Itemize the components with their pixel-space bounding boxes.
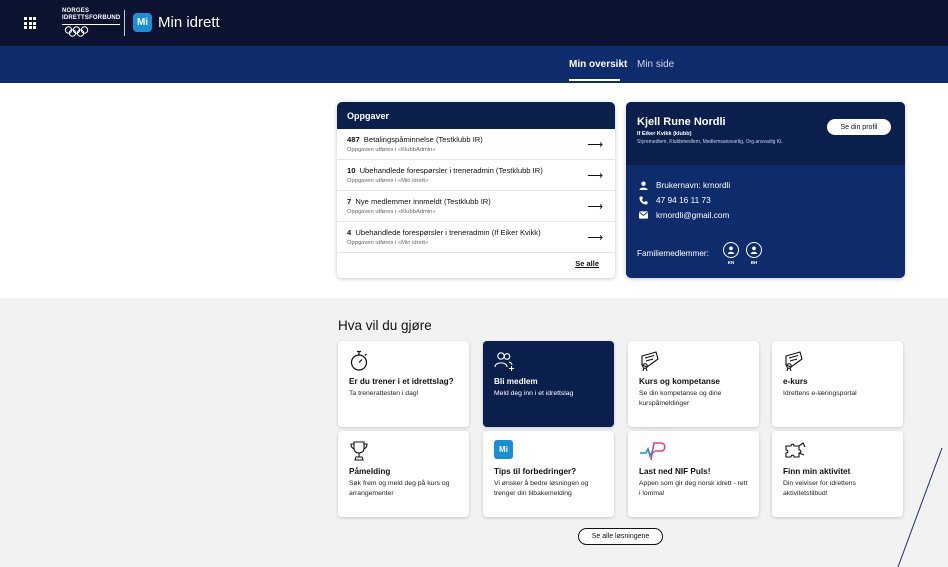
tile-desc: Søk frem og meld deg på kurs og arrangem… [349, 480, 450, 497]
diploma-icon [785, 351, 803, 372]
tile-title: Er du trener i et idrettslag? [349, 377, 454, 386]
section-title: Hva vil du gjøre [338, 318, 432, 333]
tile-desc: Ta trenerattesten i dag! [349, 390, 419, 397]
user-icon [727, 246, 735, 254]
mi-logo-icon: Mi [494, 440, 513, 459]
family-member-avatar[interactable]: KN [722, 242, 740, 265]
active-tab-indicator [569, 79, 620, 81]
tile-desc: Vi ønsker å bedre løsningen og trenger d… [494, 480, 589, 497]
profile-card: Kjell Rune Nordli If Eiker Kvikk (klubb)… [626, 102, 905, 278]
nif-puls-icon [640, 442, 666, 461]
phone-text: 47 94 16 11 73 [656, 195, 711, 205]
phone-icon [639, 195, 648, 205]
tile-kurs-kompetanse[interactable]: Kurs og kompetanse Se din kompetanse og … [628, 341, 759, 427]
task-title: Betalingspåminnelse (Testklubb IR) [363, 135, 483, 144]
top-bar: NORGES IDRETTSFORBUND Mi Min idrett [0, 0, 948, 46]
username-row: Brukernavn: krnordli [639, 180, 730, 190]
apps-grid-icon[interactable] [24, 17, 36, 29]
tile-nif-puls[interactable]: Last ned NIF Puls! Appen som gir deg nor… [628, 431, 759, 517]
tile-desc: Idrettens e-læringsportal [783, 390, 857, 397]
profile-roles: Styremedlem, Klubbmedlem, Medlemsansvarl… [637, 139, 783, 145]
task-count: 487 [347, 135, 360, 144]
task-subtitle: Oppgaven utføres i «Min idrett» [347, 240, 429, 246]
tile-pamelding[interactable]: Påmelding Søk frem og meld deg på kurs o… [338, 431, 469, 517]
task-title: Ubehandlede forespørsler i treneradmin (… [355, 228, 541, 237]
family-member-initials: KN [727, 260, 735, 265]
tile-title: Påmelding [349, 467, 391, 476]
tab-min-oversikt[interactable]: Min oversikt [569, 59, 627, 70]
tasks-card: Oppgaver 487 Betalingspåminnelse (Testkl… [337, 102, 615, 278]
family-member-initials: BH [750, 260, 758, 265]
task-item[interactable]: 10 Ubehandlede forespørsler i treneradmi… [337, 160, 615, 191]
task-item[interactable]: 487 Betalingspåminnelse (Testklubb IR) O… [337, 129, 615, 160]
arrow-right-icon[interactable]: ⟶ [587, 169, 603, 182]
task-title: Ubehandlede forespørsler i treneradmin (… [359, 166, 543, 175]
tile-desc: Appen som gir deg norsk idrett - rett i … [639, 480, 748, 497]
app-title[interactable]: Min idrett [158, 14, 220, 31]
username-text: Brukernavn: krnordli [656, 180, 731, 190]
see-all-tasks-link[interactable]: Se alle [575, 259, 599, 268]
task-subtitle: Oppgaven utføres i «Min idrett» [347, 178, 429, 184]
phone-row: 47 94 16 11 73 [639, 195, 711, 205]
task-count: 10 [347, 166, 356, 175]
tab-min-side[interactable]: Min side [637, 59, 674, 70]
email-text: krnordli@gmail.com [656, 210, 730, 220]
user-icon [750, 246, 758, 254]
nif-logo[interactable]: NORGES IDRETTSFORBUND [62, 8, 126, 38]
sub-navigation: Min oversikt Min side [0, 46, 948, 83]
diploma-icon [641, 351, 659, 372]
tile-tips[interactable]: Mi Tips til forbedringer? Vi ønsker å be… [483, 431, 614, 517]
tile-title: e-kurs [783, 377, 808, 386]
task-subtitle: Oppgaven utføres i «KlubbAdmin» [347, 147, 436, 153]
arrow-right-icon[interactable]: ⟶ [587, 138, 603, 151]
email-icon [639, 211, 648, 219]
family-member-avatar[interactable]: BH [745, 242, 763, 265]
profile-name: Kjell Rune Nordli [637, 116, 726, 128]
tile-bli-medlem[interactable]: Bli medlem Meld deg inn i et idrettslag [483, 341, 614, 427]
see-all-solutions-button[interactable]: Se alle løsningene [578, 528, 663, 545]
tile-title: Finn min aktivitet [783, 467, 851, 476]
profile-header: Kjell Rune Nordli If Eiker Kvikk (klubb)… [626, 102, 905, 165]
tile-finn-aktivitet[interactable]: Finn min aktivitet Din veiviser for idre… [772, 431, 903, 517]
tile-title: Kurs og kompetanse [639, 377, 720, 386]
tasks-heading: Oppgaver [337, 102, 615, 129]
tile-title: Bli medlem [494, 377, 538, 386]
task-title: Nye medlemmer innmeldt (Testklubb IR) [355, 197, 491, 206]
family-label: Familiemedlemmer: [637, 249, 709, 258]
add-user-icon [494, 352, 514, 371]
mi-logo-icon[interactable]: Mi [133, 13, 152, 32]
task-item[interactable]: 4 Ubehandlede forespørsler i treneradmin… [337, 222, 615, 253]
user-icon [639, 181, 648, 190]
tile-desc: Din veiviser for idrettens aktivitetstil… [783, 480, 856, 497]
tile-trenerattest[interactable]: Er du trener i et idrettslag? Ta trenera… [338, 341, 469, 427]
tile-desc: Se din kompetanse og dine kurspåmeldinge… [639, 390, 722, 407]
arrow-right-icon[interactable]: ⟶ [587, 200, 603, 213]
task-count: 4 [347, 228, 352, 237]
tile-title: Tips til forbedringer? [494, 467, 577, 476]
arrow-right-icon[interactable]: ⟶ [587, 231, 603, 244]
see-profile-button[interactable]: Se din profil [827, 119, 891, 135]
task-count: 7 [347, 197, 352, 206]
org-name-line2: IDRETTSFORBUND [62, 14, 121, 21]
stopwatch-icon [350, 350, 368, 371]
email-row: krnordli@gmail.com [639, 210, 729, 220]
task-item[interactable]: 7 Nye medlemmer innmeldt (Testklubb IR) … [337, 191, 615, 222]
profile-club: If Eiker Kvikk (klubb) [637, 131, 692, 137]
olympic-rings-icon [64, 26, 89, 37]
tile-e-kurs[interactable]: e-kurs Idrettens e-læringsportal [772, 341, 903, 427]
trophy-icon [350, 441, 368, 461]
task-subtitle: Oppgaven utføres i «KlubbAdmin» [347, 209, 436, 215]
tile-title: Last ned NIF Puls! [639, 467, 711, 476]
tile-desc: Meld deg inn i et idrettslag [494, 390, 574, 397]
annotation-line [897, 448, 943, 567]
puzzle-icon [785, 442, 806, 458]
